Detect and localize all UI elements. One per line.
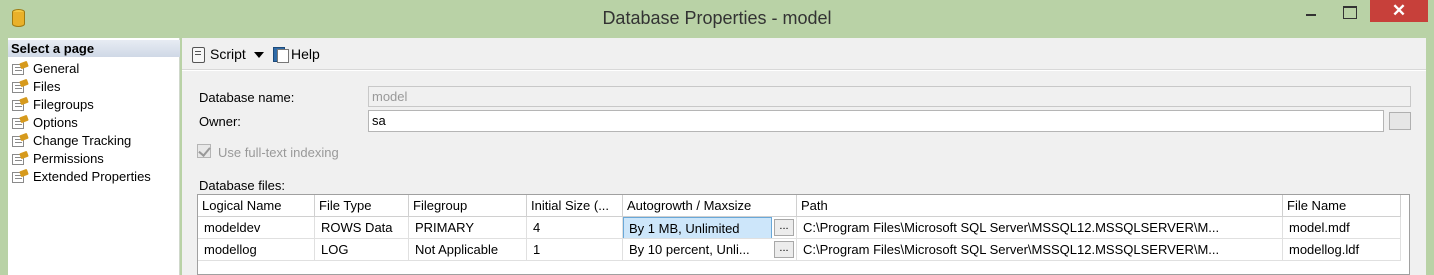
page-item-label: Files	[33, 79, 61, 94]
cell-initial-size[interactable]: 1	[527, 239, 623, 261]
page-item-label: Permissions	[33, 151, 104, 166]
page-item-permissions[interactable]: Permissions	[12, 150, 104, 168]
page-item-label: Change Tracking	[33, 133, 132, 148]
close-icon: ✕	[1391, 1, 1407, 20]
owner-label: Owner:	[199, 114, 241, 129]
cell-filegroup[interactable]: Not Applicable	[409, 239, 527, 261]
fulltext-label: Use full-text indexing	[218, 145, 339, 160]
database-files-grid: Logical Name File Type Filegroup Initial…	[197, 194, 1410, 275]
column-header-autogrowth[interactable]: Autogrowth / Maxsize	[623, 195, 797, 217]
properties-page-icon	[12, 132, 29, 148]
general-page-body: Database name: model Owner: sa Use full-…	[182, 71, 1426, 275]
column-header-initial-size[interactable]: Initial Size (...	[527, 195, 623, 217]
cell-logical-name[interactable]: modellog	[198, 239, 315, 261]
grid-header: Logical Name File Type Filegroup Initial…	[198, 195, 1409, 217]
autogrowth-value[interactable]: By 1 MB, Unlimited	[623, 217, 772, 238]
help-label: Help	[291, 46, 320, 62]
column-header-file-type[interactable]: File Type	[315, 195, 409, 217]
cell-autogrowth[interactable]: By 1 MB, Unlimited ...	[623, 217, 797, 239]
page-item-change-tracking[interactable]: Change Tracking	[12, 132, 131, 150]
autogrowth-ellipsis-button[interactable]: ...	[774, 219, 794, 236]
column-header-filegroup[interactable]: Filegroup	[409, 195, 527, 217]
database-name-label: Database name:	[199, 90, 295, 105]
help-button[interactable]: Help	[272, 45, 320, 63]
toolbar: Script Help	[182, 38, 1426, 70]
page-selector-pane: Select a page General Files Filegroups O…	[8, 38, 180, 275]
owner-field[interactable]: sa	[368, 110, 1384, 132]
page-item-extended-properties[interactable]: Extended Properties	[12, 168, 151, 186]
page-item-files[interactable]: Files	[12, 78, 60, 96]
script-button[interactable]: Script	[190, 45, 246, 63]
table-row[interactable]: modellog LOG Not Applicable 1 By 10 perc…	[198, 239, 1409, 261]
autogrowth-value[interactable]: By 10 percent, Unli...	[623, 239, 772, 260]
maximize-button[interactable]	[1334, 0, 1364, 24]
cell-file-type[interactable]: LOG	[315, 239, 409, 261]
page-item-label: Filegroups	[33, 97, 94, 112]
title-bar: Database Properties - model ✕	[0, 0, 1434, 36]
owner-browse-button[interactable]	[1389, 112, 1411, 130]
database-files-label: Database files:	[199, 178, 285, 193]
properties-page-icon	[12, 150, 29, 166]
properties-pane: Script Help Database name: model Owner: …	[182, 38, 1426, 275]
column-header-path[interactable]: Path	[797, 195, 1283, 217]
column-header-file-name[interactable]: File Name	[1283, 195, 1401, 217]
cell-initial-size[interactable]: 4	[527, 217, 623, 239]
cell-path[interactable]: C:\Program Files\Microsoft SQL Server\MS…	[797, 217, 1283, 239]
page-item-options[interactable]: Options	[12, 114, 78, 132]
window-title: Database Properties - model	[602, 8, 832, 28]
properties-page-icon	[12, 78, 29, 94]
autogrowth-ellipsis-button[interactable]: ...	[774, 241, 794, 258]
page-item-label: Extended Properties	[33, 169, 151, 184]
properties-page-icon	[12, 114, 29, 130]
cell-filegroup[interactable]: PRIMARY	[409, 217, 527, 239]
script-label: Script	[210, 46, 246, 62]
table-row[interactable]: modeldev ROWS Data PRIMARY 4 By 1 MB, Un…	[198, 217, 1409, 239]
script-dropdown-arrow[interactable]	[254, 51, 264, 59]
help-icon	[272, 46, 289, 63]
cell-file-name[interactable]: modellog.ldf	[1283, 239, 1401, 261]
chevron-down-icon	[254, 52, 264, 58]
cell-file-type[interactable]: ROWS Data	[315, 217, 409, 239]
page-item-general[interactable]: General	[12, 60, 79, 78]
database-name-field: model	[368, 86, 1411, 107]
fulltext-checkbox[interactable]	[197, 144, 211, 158]
script-icon	[190, 46, 206, 63]
cell-path[interactable]: C:\Program Files\Microsoft SQL Server\MS…	[797, 239, 1283, 261]
page-item-label: General	[33, 61, 80, 76]
page-item-filegroups[interactable]: Filegroups	[12, 96, 94, 114]
page-item-label: Options	[33, 115, 78, 130]
cell-file-name[interactable]: model.mdf	[1283, 217, 1401, 239]
column-header-logical-name[interactable]: Logical Name	[198, 195, 315, 217]
properties-page-icon	[12, 168, 29, 184]
properties-page-icon	[12, 60, 29, 76]
select-page-header: Select a page	[8, 40, 180, 57]
properties-page-icon	[12, 96, 29, 112]
close-button[interactable]: ✕	[1370, 0, 1428, 22]
minimize-button[interactable]	[1296, 0, 1326, 24]
cell-autogrowth[interactable]: By 10 percent, Unli... ...	[623, 239, 797, 261]
cell-logical-name[interactable]: modeldev	[198, 217, 315, 239]
